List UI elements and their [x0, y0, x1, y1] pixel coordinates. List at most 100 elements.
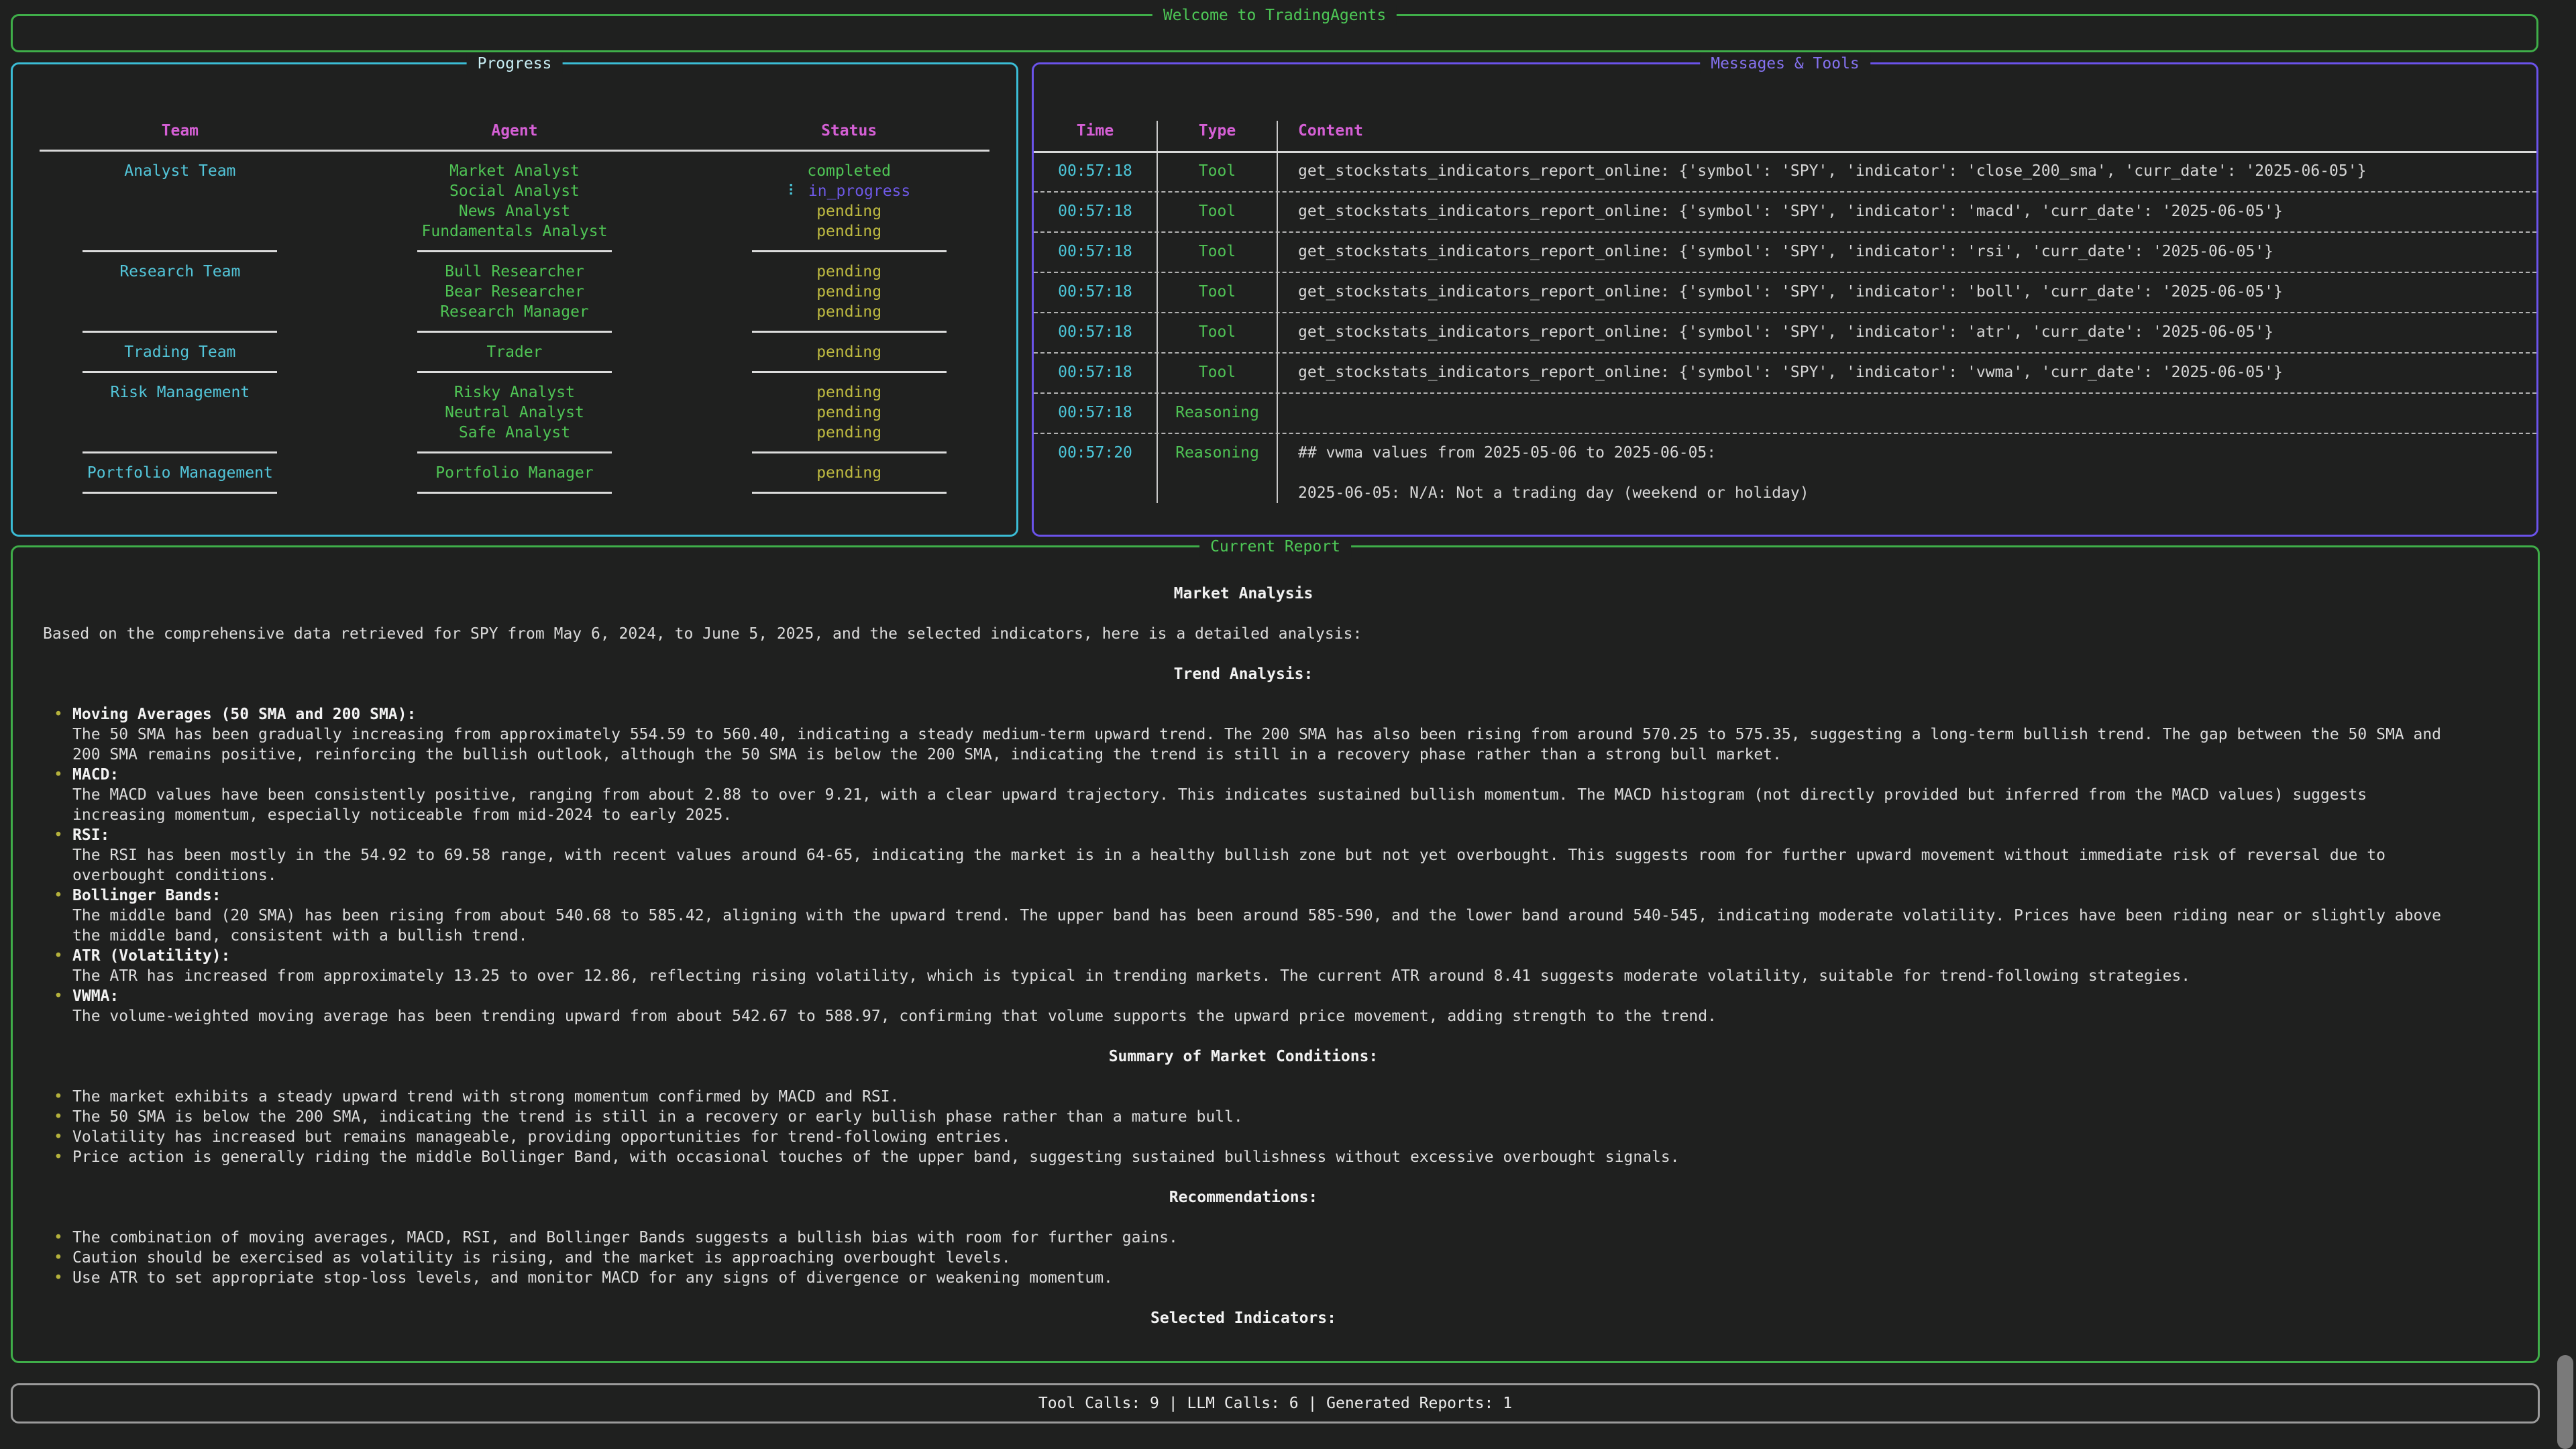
message-type: Reasoning [1158, 443, 1278, 503]
status-badge: pending [682, 282, 1016, 302]
message-time: 00:57:18 [1034, 201, 1158, 241]
status-badge: pending [682, 402, 1016, 423]
bullet-title: RSI: [72, 825, 2444, 845]
stats-bar: Tool Calls: 9 | LLM Calls: 6 | Generated… [11, 1383, 2540, 1424]
table-row: Portfolio Management Portfolio Manager p… [13, 463, 1016, 483]
bullet-text: Volatility has increased but remains man… [72, 1127, 2444, 1147]
message-row: 00:57:18 Tool get_stockstats_indicators_… [1034, 161, 2536, 201]
bullet-body: The 50 SMA has been gradually increasing… [72, 724, 2444, 765]
bullet-text: Caution should be exercised as volatilit… [72, 1248, 2444, 1268]
report-heading: Market Analysis [43, 584, 2444, 604]
bullet-icon: • [43, 946, 72, 986]
header-separator [13, 141, 1016, 161]
table-row: Trading Team Trader pending [13, 342, 1016, 362]
bullet-text: The combination of moving averages, MACD… [72, 1228, 2444, 1248]
message-row: 00:57:18 Tool get_stockstats_indicators_… [1034, 241, 2536, 282]
message-row: 00:57:20 Reasoning ## vwma values from 2… [1034, 443, 2536, 503]
message-time: 00:57:18 [1034, 362, 1158, 402]
list-item: • VWMA:The volume-weighted moving averag… [43, 986, 2444, 1026]
report-body: Market Analysis Based on the comprehensi… [13, 547, 2538, 1328]
bullet-body: The MACD values have been consistently p… [72, 785, 2444, 825]
list-item: •Caution should be exercised as volatili… [43, 1248, 2444, 1268]
column-header-team: Team [13, 121, 347, 141]
list-item: •Price action is generally riding the mi… [43, 1147, 2444, 1167]
list-item: • Bollinger Bands:The middle band (20 SM… [43, 885, 2444, 946]
group-separator [13, 322, 1016, 342]
status-badge: pending [682, 463, 1016, 483]
status-badge: pending [682, 302, 1016, 322]
group-separator [13, 443, 1016, 463]
column-header-content: Content [1278, 121, 2536, 161]
column-header-agent: Agent [347, 121, 682, 141]
group-separator [13, 483, 1016, 503]
progress-table: Team Agent Status Analyst Team Market An… [13, 121, 1016, 503]
agent-cell: Fundamentals Analyst [347, 221, 682, 241]
list-item: •The 50 SMA is below the 200 SMA, indica… [43, 1107, 2444, 1127]
spinner-icon: ⠇ [788, 181, 799, 201]
message-content: get_stockstats_indicators_report_online:… [1278, 241, 2536, 282]
agent-cell: Trader [347, 342, 682, 362]
message-time: 00:57:18 [1034, 161, 1158, 201]
bullet-title: MACD: [72, 765, 2444, 785]
status-badge: pending [682, 201, 1016, 221]
agent-cell: Bull Researcher [347, 262, 682, 282]
status-badge: pending [682, 342, 1016, 362]
message-content: get_stockstats_indicators_report_online:… [1278, 161, 2536, 201]
message-time: 00:57:18 [1034, 402, 1158, 443]
status-badge: ⠇in_progress [682, 181, 1016, 201]
scrollbar-thumb[interactable] [2557, 1355, 2573, 1449]
bullet-icon: • [43, 885, 72, 946]
status-badge: pending [682, 382, 1016, 402]
message-type: Tool [1158, 322, 1278, 362]
agent-cell: Social Analyst [347, 181, 682, 201]
stats-text: Tool Calls: 9 | LLM Calls: 6 | Generated… [1038, 1393, 1512, 1413]
team-cell: Analyst Team [13, 161, 347, 181]
bullet-title: Bollinger Bands: [72, 885, 2444, 906]
bullet-icon: • [43, 704, 72, 765]
bullet-body: The volume-weighted moving average has b… [72, 1006, 2444, 1026]
message-content: get_stockstats_indicators_report_online:… [1278, 282, 2536, 322]
bullet-icon: • [43, 1268, 72, 1288]
message-row: 00:57:18 Reasoning [1034, 402, 2536, 443]
table-row: Bear Researcher pending [13, 282, 1016, 302]
team-cell: Trading Team [13, 342, 347, 362]
agent-cell: Safe Analyst [347, 423, 682, 443]
bullet-icon: • [43, 1087, 72, 1107]
bullet-icon: • [43, 825, 72, 885]
message-content: ## vwma values from 2025-05-06 to 2025-0… [1278, 443, 2536, 503]
selected-indicators-heading: Selected Indicators: [43, 1308, 2444, 1328]
table-row: Fundamentals Analyst pending [13, 221, 1016, 241]
list-item: • RSI:The RSI has been mostly in the 54.… [43, 825, 2444, 885]
group-separator [13, 362, 1016, 382]
bullet-body: The RSI has been mostly in the 54.92 to … [72, 845, 2444, 885]
messages-table-header: Time Type Content [1034, 121, 2536, 161]
bullet-title: VWMA: [72, 986, 2444, 1006]
report-intro: Based on the comprehensive data retrieve… [43, 624, 2444, 644]
bullet-icon: • [43, 1147, 72, 1167]
bullet-icon: • [43, 1127, 72, 1147]
tradingagents-terminal: { "welcome": { "title": "Welcome to Trad… [0, 0, 2576, 1449]
bullet-text: Use ATR to set appropriate stop-loss lev… [72, 1268, 2444, 1288]
status-badge: completed [682, 161, 1016, 181]
bullet-text: The 50 SMA is below the 200 SMA, indicat… [72, 1107, 2444, 1127]
list-item: • ATR (Volatility):The ATR has increased… [43, 946, 2444, 986]
agent-cell: Market Analyst [347, 161, 682, 181]
bullet-text: Price action is generally riding the mid… [72, 1147, 2444, 1167]
agent-cell: Risky Analyst [347, 382, 682, 402]
message-content-line: ## vwma values from 2025-05-06 to 2025-0… [1298, 444, 1716, 462]
agent-cell: News Analyst [347, 201, 682, 221]
bullet-icon: • [43, 1107, 72, 1127]
message-time: 00:57:18 [1034, 282, 1158, 322]
progress-panel-title: Progress [467, 54, 563, 74]
message-row: 00:57:18 Tool get_stockstats_indicators_… [1034, 322, 2536, 362]
column-header-status: Status [682, 121, 1016, 141]
bullet-icon: • [43, 1248, 72, 1268]
list-item: •Use ATR to set appropriate stop-loss le… [43, 1268, 2444, 1288]
progress-panel: Progress Team Agent Status Analyst Team … [11, 62, 1018, 537]
message-content-line: 2025-06-05: N/A: Not a trading day (week… [1298, 484, 1809, 502]
agent-cell: Neutral Analyst [347, 402, 682, 423]
bullet-text: The market exhibits a steady upward tren… [72, 1087, 2444, 1107]
bullet-icon: • [43, 1228, 72, 1248]
table-row: Neutral Analyst pending [13, 402, 1016, 423]
recommendations-heading: Recommendations: [43, 1187, 2444, 1208]
